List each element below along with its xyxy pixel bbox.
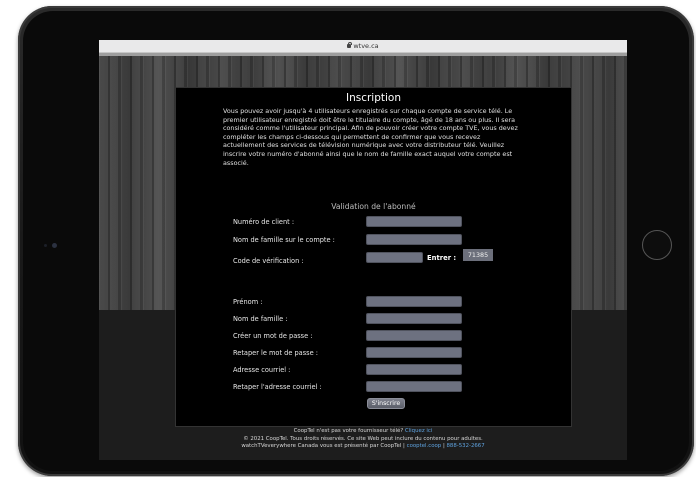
lastname-input[interactable] xyxy=(366,313,462,324)
screen: wtve.ca Inscription Vous pouvez avoir ju… xyxy=(99,40,627,460)
password-confirm-label: Retaper le mot de passe : xyxy=(233,349,318,357)
footer-website-link[interactable]: cooptel.coop xyxy=(407,443,442,449)
tablet-frame: wtve.ca Inscription Vous pouvez avoir ju… xyxy=(18,6,694,476)
intro-text: Vous pouvez avoir jusqu'à 4 utilisateurs… xyxy=(223,107,518,167)
verification-code-input[interactable] xyxy=(366,252,423,263)
footer-separator: | xyxy=(442,443,445,450)
footer-presented-text: watchTVeverywhere Canada vous est présen… xyxy=(241,443,405,450)
lock-icon xyxy=(347,41,352,48)
home-button[interactable] xyxy=(642,230,672,260)
email-label: Adresse courriel : xyxy=(233,366,291,374)
url-text: wtve.ca xyxy=(353,42,379,50)
firstname-label: Prénom : xyxy=(233,298,263,306)
address-bar[interactable]: wtve.ca xyxy=(99,40,627,53)
lastname-row: Nom de famille : xyxy=(233,313,533,325)
email-confirm-row: Retaper l'adresse courriel : xyxy=(233,381,533,393)
verification-code-row: Code de vérification : Entrer : 71385 xyxy=(233,249,533,265)
captcha-image: 71385 xyxy=(463,249,493,261)
client-number-input[interactable] xyxy=(366,216,462,227)
password-label: Créer un mot de passe : xyxy=(233,332,313,340)
firstname-row: Prénom : xyxy=(233,296,533,308)
email-input[interactable] xyxy=(366,364,462,375)
footer-provider-text: CoopTel n'est pas votre fournisseur télé… xyxy=(293,428,404,434)
lastname-label: Nom de famille : xyxy=(233,315,288,323)
verification-code-label: Code de vérification : xyxy=(233,257,304,265)
password-row: Créer un mot de passe : xyxy=(233,330,533,342)
captcha-prompt: Entrer : xyxy=(427,254,457,262)
password-confirm-row: Retaper le mot de passe : xyxy=(233,347,533,359)
register-button[interactable]: S'inscrire xyxy=(367,398,405,409)
client-number-label: Numéro de client : xyxy=(233,218,295,226)
client-number-row: Numéro de client : xyxy=(233,216,533,228)
email-row: Adresse courriel : xyxy=(233,364,533,376)
password-input[interactable] xyxy=(366,330,462,341)
account-lastname-row: Nom de famille sur le compte : xyxy=(233,234,533,246)
camera-icon xyxy=(52,243,57,248)
registration-panel: Inscription Vous pouvez avoir jusqu'à 4 … xyxy=(175,87,572,427)
footer-line-provider: CoopTel n'est pas votre fournisseur télé… xyxy=(99,428,627,436)
firstname-input[interactable] xyxy=(366,296,462,307)
footer: CoopTel n'est pas votre fournisseur télé… xyxy=(99,428,627,451)
account-lastname-label: Nom de famille sur le compte : xyxy=(233,236,335,244)
account-lastname-input[interactable] xyxy=(366,234,462,245)
footer-phone-link[interactable]: 888-532-2667 xyxy=(446,443,484,449)
email-confirm-input[interactable] xyxy=(366,381,462,392)
email-confirm-label: Retaper l'adresse courriel : xyxy=(233,383,322,391)
page-title: Inscription xyxy=(345,92,401,104)
password-confirm-input[interactable] xyxy=(366,347,462,358)
footer-line-presented: watchTVeverywhere Canada vous est présen… xyxy=(99,443,627,451)
footer-click-here-link[interactable]: Cliquez ici xyxy=(405,428,432,434)
validation-section-title: Validation de l'abonné xyxy=(331,202,416,211)
